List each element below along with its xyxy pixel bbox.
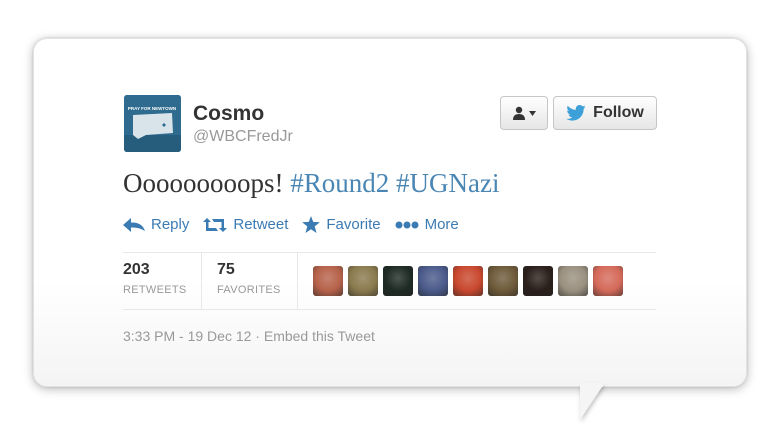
reply-label: Reply [151,216,190,233]
star-icon [302,216,321,233]
favoriters-avatars [313,266,623,296]
more-label: More [424,216,459,233]
favoriter-avatar[interactable] [453,266,483,296]
avatar-caption: PRAY FOR NEWTOWN [128,106,176,111]
twitter-bird-icon [566,105,586,121]
caret-down-icon [529,110,536,116]
retweets-count: 203 [123,261,150,278]
favoriter-avatar[interactable] [558,266,588,296]
timestamp-link[interactable]: 3:33 PM - 19 Dec 12 [123,328,251,344]
embed-tweet-link[interactable]: Embed this Tweet [264,328,375,344]
display-name[interactable]: Cosmo [193,102,264,126]
divider [123,252,656,253]
favoriter-avatar[interactable] [383,266,413,296]
reply-icon [123,217,145,232]
divider [201,253,202,309]
retweet-icon [203,217,228,232]
favoriter-avatar[interactable] [313,266,343,296]
divider [123,309,656,310]
retweets-stat[interactable]: 203 RETWEETS [123,261,187,296]
tweet-footer: 3:33 PM - 19 Dec 12 · Embed this Tweet [123,328,375,344]
favoriter-avatar[interactable] [593,266,623,296]
retweet-action[interactable]: Retweet [203,216,288,233]
retweets-label: RETWEETS [123,284,187,296]
favorite-action[interactable]: Favorite [302,216,381,233]
divider [297,253,298,309]
hashtag-link[interactable]: #Round2 [290,168,389,198]
favoriter-avatar[interactable] [488,266,518,296]
favoriter-avatar[interactable] [418,266,448,296]
follow-button[interactable]: Follow [553,96,657,130]
favoriter-avatar[interactable] [348,266,378,296]
user-actions-button[interactable] [500,96,548,130]
person-icon [513,106,525,120]
user-handle[interactable]: @WBCFredJr [193,128,293,146]
more-dots-icon [395,221,419,228]
tweet-text: Ooooooooops! #Round2 #UGNazi [123,168,499,199]
footer-separator: · [255,328,260,344]
tweet-body: Ooooooooops! [123,168,284,198]
favorites-count: 75 [217,261,235,278]
avatar-image: PRAY FOR NEWTOWN [124,95,181,152]
tweet-actions: Reply Retweet Favorite More [123,216,473,233]
retweet-label: Retweet [233,216,289,233]
favorite-label: Favorite [326,216,381,233]
favorites-label: FAVORITES [217,284,281,296]
speech-bubble-tail [580,384,604,420]
favoriter-avatar[interactable] [523,266,553,296]
reply-action[interactable]: Reply [123,216,189,233]
more-action[interactable]: More [395,216,459,233]
favorites-stat[interactable]: 75 FAVORITES [217,261,281,296]
hashtag-link[interactable]: #UGNazi [396,168,499,198]
avatar[interactable]: PRAY FOR NEWTOWN [124,95,181,152]
follow-label: Follow [593,104,644,121]
